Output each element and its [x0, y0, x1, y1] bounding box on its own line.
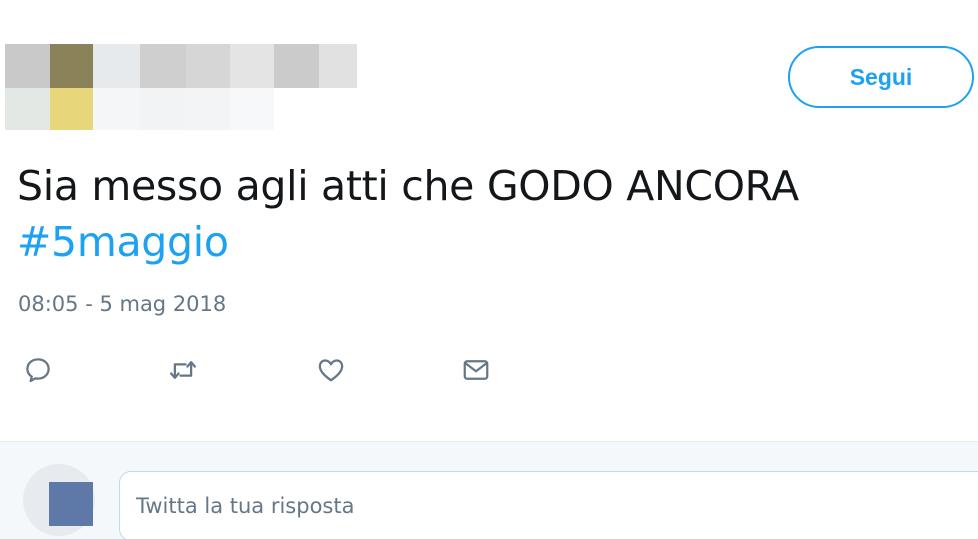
redacted-name-pixel — [230, 44, 274, 88]
redacted-name-pixel — [186, 44, 230, 88]
direct-message-button[interactable] — [458, 352, 494, 388]
avatar-pixel — [49, 482, 93, 526]
redacted-name-pixel — [319, 44, 357, 88]
redacted-name-pixel — [140, 44, 186, 88]
redacted-handle-pixel — [230, 88, 274, 130]
follow-button[interactable]: Segui — [788, 46, 974, 108]
tweet-body: Sia messo agli atti che GODO ANCORA — [17, 162, 799, 210]
reply-input[interactable] — [119, 471, 978, 539]
redacted-avatar-pixel — [5, 44, 50, 88]
like-button[interactable] — [313, 352, 349, 388]
tweet-text: Sia messo agli atti che GODO ANCORA #5ma… — [17, 158, 957, 270]
redacted-avatar-pixel — [5, 88, 50, 130]
current-user-avatar — [23, 464, 95, 536]
redacted-avatar-pixel — [50, 44, 93, 88]
tweet-actions — [0, 352, 978, 392]
hashtag-link[interactable]: #5maggio — [17, 218, 229, 266]
redacted-avatar-pixel — [93, 44, 140, 88]
redacted-avatar-pixel — [50, 88, 93, 130]
redacted-author-header[interactable] — [5, 44, 357, 130]
reply-composer — [0, 441, 978, 539]
redacted-name-pixel — [274, 44, 319, 88]
redacted-handle-pixel — [140, 88, 186, 130]
reply-icon — [26, 358, 50, 383]
tweet-timestamp[interactable]: 08:05 - 5 mag 2018 — [18, 292, 226, 316]
reply-button[interactable] — [20, 352, 56, 388]
heart-icon — [318, 359, 344, 382]
redacted-handle-pixel — [186, 88, 230, 130]
retweet-button[interactable] — [165, 352, 201, 388]
redacted-handle-pixel — [93, 88, 140, 130]
retweet-icon — [170, 361, 196, 379]
envelope-icon — [463, 360, 489, 380]
tweet-page: Segui Sia messo agli atti che GODO ANCOR… — [0, 0, 978, 539]
